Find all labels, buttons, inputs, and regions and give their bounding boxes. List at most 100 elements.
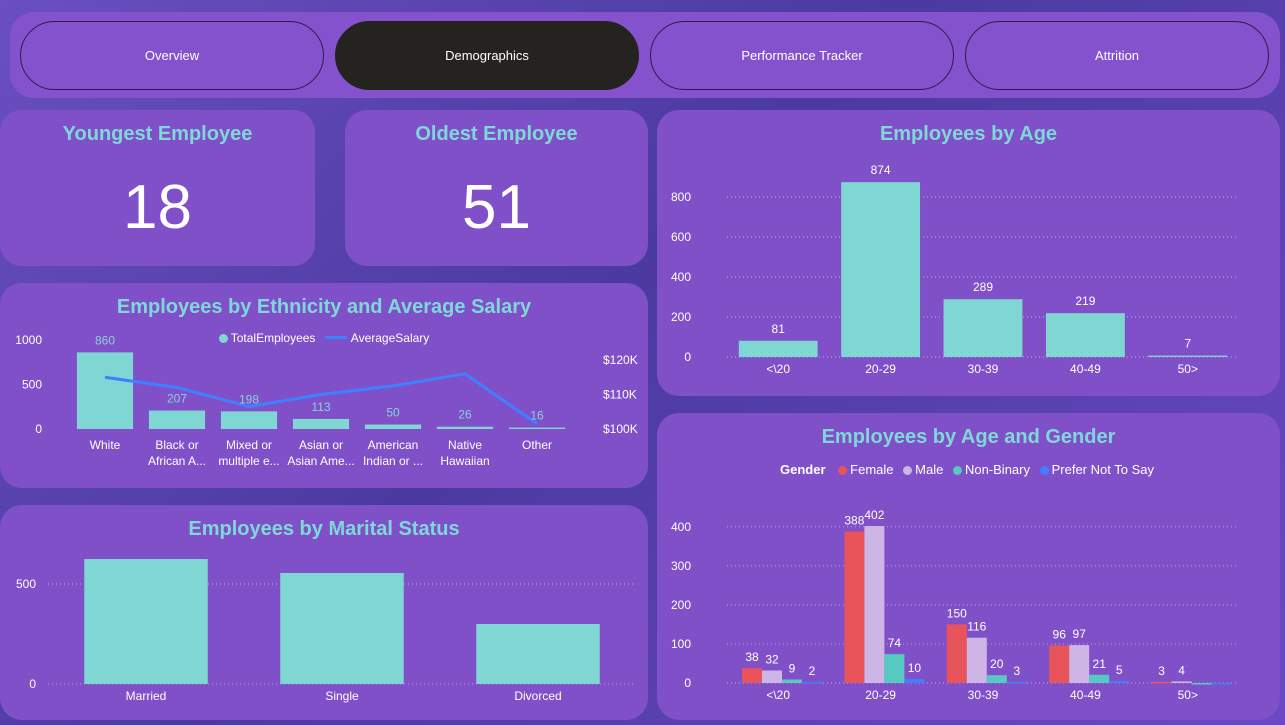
y-tick-label: 0 [684, 350, 691, 364]
x-tick-label: 30-39 [968, 362, 999, 376]
x-tick-label: Other [522, 438, 552, 452]
bar-male [864, 526, 885, 683]
bar-female [1151, 681, 1172, 684]
ethnicity-chart-card: Employees by Ethnicity and Average Salar… [0, 283, 648, 488]
bar-male [762, 670, 782, 683]
data-label: 207 [167, 392, 187, 406]
age-chart-card: Employees by Age 0 200 400 600 800 81 <\20 874 2… [657, 110, 1280, 396]
y-tick-label: 1000 [15, 333, 42, 347]
data-label: 116 [967, 620, 986, 634]
x-tick-label: 20-29 [865, 362, 896, 376]
kpi-youngest-card: Youngest Employee 18 [0, 110, 315, 266]
tab-performance-tracker[interactable]: Performance Tracker [650, 21, 954, 90]
data-label: 289 [973, 280, 993, 294]
kpi-youngest-title: Youngest Employee [62, 123, 253, 145]
data-label: 26 [458, 408, 472, 422]
x-tick-label: Married [126, 689, 167, 703]
data-label: 9 [789, 661, 796, 675]
bar [292, 418, 350, 429]
bar-non-binary [1191, 683, 1212, 685]
kpi-oldest-title: Oldest Employee [415, 123, 578, 145]
bar-non-binary [986, 675, 1007, 683]
bar-non-binary [884, 654, 905, 683]
x-tick-label: 20-29 [865, 688, 896, 702]
bar [841, 182, 921, 357]
bar [220, 411, 278, 429]
x-tick-label: 30-39 [968, 688, 999, 702]
data-label: 16 [530, 409, 544, 423]
data-label: 113 [311, 400, 330, 414]
tab-overview[interactable]: Overview [20, 21, 324, 90]
x-tick-label: multiple e... [218, 454, 279, 468]
bar [76, 352, 134, 429]
bar-prefer-not-to-say [1109, 681, 1130, 683]
y-tick-label: 100 [671, 637, 691, 651]
bar-non-binary [1089, 674, 1110, 683]
marital-chart-card: Employees by Marital Status 0 500 Married S… [0, 505, 648, 720]
data-label: 860 [95, 333, 115, 347]
bar-prefer-not-to-say [1211, 683, 1232, 685]
data-label: 81 [772, 322, 786, 336]
tab-demographics[interactable]: Demographics [335, 21, 639, 90]
ethnicity-chart-plot: 0 500 1000 $100K $110K $120K White Black or Afri… [15, 333, 637, 468]
bar [476, 624, 600, 684]
data-label: 150 [947, 606, 967, 620]
kpi-oldest-value: 51 [462, 173, 531, 242]
x-tick-label: Asian Ame... [287, 454, 354, 468]
tab-attrition[interactable]: Attrition [965, 21, 1269, 90]
bar-female [946, 624, 967, 683]
data-label: 74 [888, 636, 902, 650]
bar [280, 573, 404, 684]
age-gender-chart-plot: 0 100 200 300 400 38 32 9 2 <\20 388 402 74 10 20-29 15… [671, 508, 1239, 702]
y-tick-label: 400 [671, 520, 691, 534]
x-tick-label: White [90, 438, 121, 452]
y-tick-label: 500 [16, 577, 36, 591]
bar-male [1069, 645, 1090, 683]
y-tick-label: 800 [671, 190, 691, 204]
bar-female [844, 531, 865, 683]
y-tick-label: 200 [671, 598, 691, 612]
data-label: 7 [1184, 337, 1191, 351]
x-tick-label: 40-49 [1070, 362, 1101, 376]
x-tick-label: African A... [148, 454, 206, 468]
bar [84, 559, 208, 684]
data-label: 4 [1178, 663, 1185, 677]
y-tick-label: 400 [671, 270, 691, 284]
bar [364, 424, 422, 429]
bar-prefer-not-to-say [1006, 681, 1027, 684]
bar [738, 340, 818, 357]
data-label: 38 [745, 650, 759, 664]
bar [436, 426, 494, 429]
data-label: 2 [809, 664, 816, 678]
marital-chart-plot: 0 500 Married Single Divorced [16, 559, 636, 703]
data-label: 5 [1116, 663, 1123, 677]
data-label: 874 [871, 163, 891, 177]
nav-bar: Overview Demographics Performance Tracke… [10, 12, 1280, 98]
y-tick-label: 0 [29, 677, 36, 691]
bar [148, 410, 206, 429]
bar-female [1049, 645, 1070, 683]
age-gender-chart-card: Employees by Age and Gender Gender Femal… [657, 413, 1280, 720]
x-tick-label: 50> [1178, 688, 1198, 702]
kpi-oldest-card: Oldest Employee 51 [345, 110, 648, 266]
data-label: 50 [386, 406, 400, 420]
bar [1148, 355, 1228, 357]
data-label: 10 [908, 661, 922, 675]
x-tick-label: Indian or ... [363, 454, 423, 468]
bar-male [966, 637, 987, 683]
x-tick-label: 40-49 [1070, 688, 1101, 702]
y-tick-label: 300 [671, 559, 691, 573]
bar-prefer-not-to-say [802, 682, 822, 684]
x-tick-label: Native [448, 438, 482, 452]
x-tick-label: American [368, 438, 419, 452]
x-tick-label: Divorced [514, 689, 561, 703]
bar [1045, 313, 1125, 357]
y-tick-label: 0 [35, 422, 42, 436]
x-tick-label: Single [325, 689, 359, 703]
data-label: 402 [864, 508, 884, 522]
y-tick-label: 600 [671, 230, 691, 244]
data-label: 3 [1013, 664, 1020, 678]
y2-tick-label: $110K [603, 388, 637, 402]
data-label: 198 [239, 392, 259, 406]
y-tick-label: 500 [22, 377, 42, 391]
